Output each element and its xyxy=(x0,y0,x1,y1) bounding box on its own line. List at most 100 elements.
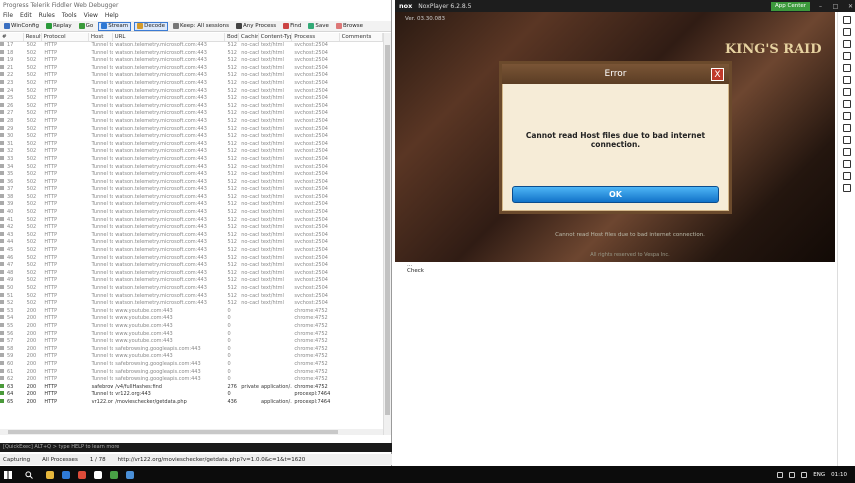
macro-icon[interactable] xyxy=(842,88,851,96)
column-header[interactable]: URL xyxy=(113,33,226,41)
column-header[interactable]: Body xyxy=(225,33,239,41)
session-row[interactable]: 39 502 HTTP Tunnel to watson.telemetry.micro… xyxy=(0,201,383,209)
recents-icon[interactable] xyxy=(842,184,851,192)
session-row[interactable]: 65 200 HTTP vr122.org/movieschecker/getdata… xyxy=(0,398,383,407)
taskbar-app[interactable] xyxy=(106,466,122,483)
session-row[interactable]: 25 502 HTTP Tunnel to watson.telemetry.micro… xyxy=(0,95,383,103)
session-row[interactable]: 19 502 HTTP Tunnel to watson.telemetry.micro… xyxy=(0,57,383,65)
session-row[interactable]: 47 502 HTTP Tunnel to watson.telemetry.micro… xyxy=(0,262,383,270)
network-icon[interactable] xyxy=(789,471,796,478)
clock[interactable]: 01:10 xyxy=(831,472,847,478)
column-header[interactable]: Caching xyxy=(239,33,259,41)
menu-item-file[interactable]: File xyxy=(3,11,13,21)
session-row[interactable]: 59 200 HTTP Tunnel to www.youtube.com:443 0 ch… xyxy=(0,353,383,361)
ok-button[interactable]: OK xyxy=(512,186,719,203)
quickexec-input[interactable]: [QuickExec] ALT+Q > type HELP to learn m… xyxy=(0,443,392,452)
session-row[interactable]: 50 502 HTTP Tunnel to watson.telemetry.micro… xyxy=(0,285,383,293)
session-row[interactable]: 18 502 HTTP Tunnel to watson.telemetry.micro… xyxy=(0,49,383,58)
session-row[interactable]: 63 200 HTTP safebrowsing.googleapis.com/v4/… xyxy=(0,383,383,392)
session-row[interactable]: 24 502 HTTP Tunnel to watson.telemetry.micro… xyxy=(0,87,383,96)
toolbar-save-button[interactable]: Save xyxy=(306,22,331,31)
toolbar-winconfig-button[interactable]: WinConfig xyxy=(2,22,41,31)
app-center-button[interactable]: App Center xyxy=(770,1,810,11)
toolbar-find-button[interactable]: Find xyxy=(281,22,303,31)
start-button[interactable] xyxy=(0,466,16,483)
column-header[interactable]: Comments xyxy=(340,33,383,41)
taskbar-app[interactable] xyxy=(122,466,138,483)
location-icon[interactable] xyxy=(842,40,851,48)
session-row[interactable]: 55 200 HTTP Tunnel to www.youtube.com:443 0 ch… xyxy=(0,322,383,331)
session-row[interactable]: 44 502 HTTP Tunnel to watson.telemetry.micro… xyxy=(0,239,383,247)
session-row[interactable]: 52 502 HTTP Tunnel to watson.telemetry.micro… xyxy=(0,300,383,308)
session-row[interactable]: 38 502 HTTP Tunnel to watson.telemetry.micro… xyxy=(0,193,383,202)
toolbar-any-process-button[interactable]: Any Process xyxy=(234,22,278,31)
menu-item-tools[interactable]: Tools xyxy=(62,11,77,21)
taskbar-app[interactable] xyxy=(58,466,74,483)
toolbar-go-button[interactable]: Go xyxy=(77,22,96,31)
toolbar-browse-button[interactable]: Browse xyxy=(334,22,365,31)
column-header[interactable]: Content-Type xyxy=(259,33,293,41)
close-icon[interactable]: X xyxy=(711,68,724,81)
language-indicator[interactable]: ENG xyxy=(813,472,825,478)
column-header[interactable]: Protocol xyxy=(42,33,89,41)
volume-icon[interactable] xyxy=(842,76,851,84)
maximize-button[interactable]: □ xyxy=(831,3,840,10)
taskbar-app[interactable] xyxy=(74,466,90,483)
session-row[interactable]: 40 502 HTTP Tunnel to watson.telemetry.micro… xyxy=(0,209,383,217)
session-row[interactable]: 22 502 HTTP Tunnel to watson.telemetry.micro… xyxy=(0,72,383,80)
menu-item-rules[interactable]: Rules xyxy=(39,11,55,21)
session-row[interactable]: 29 502 HTTP Tunnel to watson.telemetry.micro… xyxy=(0,125,383,134)
close-window-button[interactable]: ✕ xyxy=(846,3,855,10)
session-row[interactable]: 48 502 HTTP Tunnel to watson.telemetry.micro… xyxy=(0,269,383,278)
session-row[interactable]: 49 502 HTTP Tunnel to watson.telemetry.micro… xyxy=(0,277,383,285)
search-button[interactable] xyxy=(16,468,42,482)
taskbar-app[interactable] xyxy=(42,466,58,483)
session-row[interactable]: 17 502 HTTP Tunnel to watson.telemetry.micro… xyxy=(0,42,383,50)
column-header[interactable]: # xyxy=(0,33,24,41)
screenshot-icon[interactable] xyxy=(842,100,851,108)
screen-icon[interactable] xyxy=(842,28,851,36)
menu-item-help[interactable]: Help xyxy=(105,11,119,21)
column-header[interactable]: Process xyxy=(292,33,340,41)
toolbar-replay-button[interactable]: Replay xyxy=(44,22,74,31)
session-row[interactable]: 60 200 HTTP Tunnel to safebrowsing.googleapi… xyxy=(0,360,383,369)
toolbar-stream-button[interactable]: Stream xyxy=(98,21,132,31)
scroll-thumb[interactable] xyxy=(8,430,338,434)
session-row[interactable]: 62 200 HTTP Tunnel to safebrowsing.googleapi… xyxy=(0,376,383,384)
session-row[interactable]: 56 200 HTTP Tunnel to www.youtube.com:443 0 ch… xyxy=(0,330,383,339)
session-row[interactable]: 37 502 HTTP Tunnel to watson.telemetry.micro… xyxy=(0,186,383,194)
menu-item-view[interactable]: View xyxy=(84,11,98,21)
session-row[interactable]: 21 502 HTTP Tunnel to watson.telemetry.micro… xyxy=(0,64,383,73)
session-row[interactable]: 31 502 HTTP Tunnel to watson.telemetry.micro… xyxy=(0,140,383,149)
shake-icon[interactable] xyxy=(842,52,851,60)
session-row[interactable]: 64 200 HTTP Tunnel to vr122.org:443 0 procexpl… xyxy=(0,391,383,399)
session-row[interactable]: 57 200 HTTP Tunnel to www.youtube.com:443 0 ch… xyxy=(0,338,383,346)
session-row[interactable]: 26 502 HTTP Tunnel to watson.telemetry.micro… xyxy=(0,102,383,111)
column-header[interactable]: Host xyxy=(89,33,113,41)
toolbar-decode-button[interactable]: Decode xyxy=(134,21,169,31)
process-filter[interactable]: All Processes xyxy=(42,457,78,463)
session-row[interactable]: 30 502 HTTP Tunnel to watson.telemetry.micro… xyxy=(0,133,383,141)
session-row[interactable]: 28 502 HTTP Tunnel to watson.telemetry.micro… xyxy=(0,117,383,126)
apk-icon[interactable] xyxy=(842,136,851,144)
back-icon[interactable] xyxy=(842,160,851,168)
keyboard-icon[interactable] xyxy=(842,16,851,24)
record-icon[interactable] xyxy=(842,112,851,120)
minimize-button[interactable]: – xyxy=(816,3,825,10)
session-row[interactable]: 42 502 HTTP Tunnel to watson.telemetry.micro… xyxy=(0,224,383,232)
taskbar-app[interactable] xyxy=(90,466,106,483)
sessions-vertical-scrollbar[interactable] xyxy=(383,33,391,435)
session-row[interactable]: 34 502 HTTP Tunnel to watson.telemetry.micro… xyxy=(0,163,383,172)
session-row[interactable]: 35 502 HTTP Tunnel to watson.telemetry.micro… xyxy=(0,171,383,179)
session-row[interactable]: 23 502 HTTP Tunnel to watson.telemetry.micro… xyxy=(0,79,383,88)
more-icon[interactable] xyxy=(842,148,851,156)
session-row[interactable]: 33 502 HTTP Tunnel to watson.telemetry.micro… xyxy=(0,155,383,164)
multi-instance-icon[interactable] xyxy=(842,124,851,132)
session-row[interactable]: 43 502 HTTP Tunnel to watson.telemetry.micro… xyxy=(0,231,383,240)
session-row[interactable]: 46 502 HTTP Tunnel to watson.telemetry.micro… xyxy=(0,254,383,263)
capture-status[interactable]: Capturing xyxy=(3,457,30,463)
session-row[interactable]: 45 502 HTTP Tunnel to watson.telemetry.micro… xyxy=(0,247,383,255)
session-row[interactable]: 27 502 HTTP Tunnel to watson.telemetry.micro… xyxy=(0,110,383,118)
notification-icon[interactable] xyxy=(777,471,784,478)
column-header[interactable]: Result xyxy=(24,33,42,41)
